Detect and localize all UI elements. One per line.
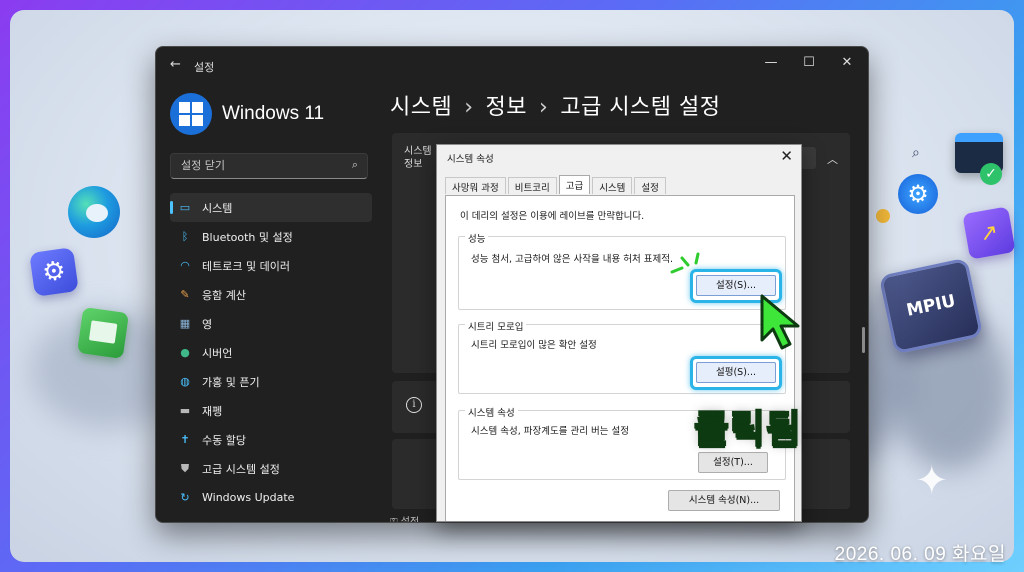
system-properties-dialog: 시스템 속성 ✕ 사망뭐 과정 비트코리 고급 시스템 설정 이 데리의 설정은… (436, 144, 802, 522)
update-icon: ↻ (180, 491, 190, 504)
sidebar-item-time-language[interactable]: ◍ 가홍 및 픈기 (170, 367, 372, 396)
globe-icon: ◍ (180, 375, 190, 388)
admin-notice: 이 데리의 설정은 이용에 레이브를 만략합니다. (460, 211, 645, 222)
monitor-icon: ▭ (179, 201, 191, 214)
panel-label-line: 시스템 (404, 146, 432, 157)
startup-settings-button[interactable]: 설정(T)... (698, 452, 768, 473)
apps-icon: ▦ (179, 317, 191, 330)
bluetooth-icon: ᛒ (181, 230, 189, 243)
minimize-button[interactable]: — (756, 55, 786, 70)
sidebar-item-label: 영 (202, 317, 213, 331)
clicked-label: 클릭됨 (693, 406, 802, 452)
click-burst-icon (670, 252, 700, 274)
sidebar-item-bluetooth[interactable]: ᛒ Bluetooth 및 설정 (170, 222, 372, 251)
dialog-tabs: 사망뭐 과정 비트코리 고급 시스템 설정 (445, 175, 668, 194)
breadcrumb-system[interactable]: 시스템 (390, 95, 452, 120)
windows-logo-icon (170, 93, 212, 135)
accessibility-icon: ✝ (180, 433, 190, 446)
sparkle-icon: ✦ (915, 458, 949, 504)
sidebar-item-system[interactable]: ▭ 시스템 (170, 193, 372, 222)
dialog-title: 시스템 속성 (447, 154, 494, 165)
maximize-button[interactable]: ☐ (794, 55, 824, 70)
brand: Windows 11 (170, 93, 324, 135)
wifi-icon: ◠ (180, 259, 190, 272)
scrollbar[interactable] (862, 327, 865, 353)
sidebar-item-label: 수동 할당 (202, 433, 246, 447)
advanced-tab-page: 이 데리의 설정은 이용에 레이브를 만략합니다. 성능 성능 첨서, 고급하여… (445, 195, 795, 521)
dialog-close-icon[interactable]: ✕ (780, 147, 793, 165)
window-title: 설정 (194, 61, 215, 74)
sidebar-item-gaming[interactable]: ▬ 재펭 (170, 396, 372, 425)
group-description: 시스템 속성, 파장계도를 관리 버는 설정 (471, 426, 629, 437)
sidebar-item-windows-update[interactable]: ↻ Windows Update (170, 483, 372, 512)
person-icon: ● (180, 346, 190, 359)
chart-icon: ↗ (962, 206, 1016, 260)
sidebar-item-label: Bluetooth 및 설정 (202, 230, 293, 244)
sidebar-item-accessibility[interactable]: ✝ 수동 할당 (170, 425, 372, 454)
footer-item[interactable]: ⚿ 설정 (390, 513, 420, 523)
document-icon (77, 307, 129, 359)
info-icon: i (406, 397, 422, 413)
panel-label: 시스템 정보 (404, 145, 432, 171)
gear-icon: ⚙ (898, 174, 938, 214)
sidebar-item-apps[interactable]: ▦ 영 (170, 309, 372, 338)
chevron-up-icon[interactable]: ︿ (827, 151, 838, 167)
sidebar-item-label: 시스템 (202, 201, 233, 215)
sidebar-item-network[interactable]: ◠ 테트로크 및 데이러 (170, 251, 372, 280)
sidebar-item-privacy[interactable]: ⛊ 고급 시스템 설정 (170, 454, 372, 483)
settings-gear-icon: ⚙ (29, 247, 79, 297)
title-bar: ← 설정 — ☐ ✕ (156, 47, 868, 85)
group-title: 성능 (465, 231, 489, 245)
cursor-arrow-icon (760, 294, 800, 350)
sidebar-item-accounts[interactable]: ● 시버언 (170, 338, 372, 367)
group-title: 시트리 모로입 (465, 319, 527, 333)
sidebar-item-label: Windows Update (202, 491, 295, 504)
chip-label: MPIU (904, 291, 958, 321)
search-placeholder: 설정 닫기 (181, 159, 225, 172)
close-button[interactable]: ✕ (832, 55, 862, 70)
brand-name: Windows 11 (222, 103, 325, 124)
back-arrow-icon[interactable]: ← (170, 57, 181, 72)
tab-remote[interactable]: 설정 (634, 177, 666, 194)
check-icon: ✓ (980, 163, 1002, 185)
search-icon: ⌕ (351, 158, 358, 171)
sidebar-item-label: 응함 계산 (202, 288, 246, 302)
tab-hardware[interactable]: 비트코리 (507, 177, 557, 194)
sidebar-item-label: 고급 시스템 설정 (202, 462, 280, 476)
sidebar-item-label: 재펭 (202, 404, 223, 418)
breadcrumb-separator: › (539, 95, 549, 120)
search-input[interactable]: 설정 닫기 ⌕ (170, 153, 368, 179)
brush-icon: ✎ (180, 288, 190, 301)
profiles-settings-button[interactable]: 설펑(S)... (696, 362, 776, 383)
group-description: 시트리 모로입이 많은 확안 설정 (471, 340, 597, 351)
sidebar-item-label: 시버언 (202, 346, 233, 360)
breadcrumb-separator: › (464, 95, 474, 120)
coin-icon (876, 209, 890, 223)
group-title: 시스템 속성 (465, 405, 518, 419)
search-icon: ⌕ (912, 145, 920, 161)
tab-advanced[interactable]: 고급 (558, 175, 591, 194)
breadcrumb-about[interactable]: 정보 (486, 95, 527, 120)
system-properties-button[interactable]: 시스템 속성(N)... (668, 490, 780, 511)
sidebar-item-personalization[interactable]: ✎ 응함 계산 (170, 280, 372, 309)
breadcrumb: 시스템 › 정보 › 고급 시스템 설정 (390, 89, 721, 121)
date-stamp: 2026. 06. 09 화요일 (834, 544, 1006, 565)
panel-label-line: 정보 (404, 159, 423, 170)
page-title: 고급 시스템 설정 (560, 95, 721, 120)
edge-icon (68, 186, 120, 238)
tab-computer-name[interactable]: 사망뭐 과정 (445, 177, 506, 194)
tab-system-protection[interactable]: 시스템 (592, 177, 633, 194)
sidebar-item-label: 가홍 및 픈기 (202, 375, 260, 389)
footer-label: 설정 (400, 517, 420, 523)
sidebar-item-label: 테트로크 및 데이러 (202, 259, 290, 273)
group-description: 성능 첨서, 고급하여 않은 사작을 내용 허처 표제적. (471, 254, 673, 265)
gamepad-icon: ▬ (179, 404, 191, 417)
sidebar-nav: ▭ 시스템 ᛒ Bluetooth 및 설정 ◠ 테트로크 및 데이러 ✎ 응함… (170, 193, 372, 512)
shield-icon: ⛊ (180, 461, 190, 475)
